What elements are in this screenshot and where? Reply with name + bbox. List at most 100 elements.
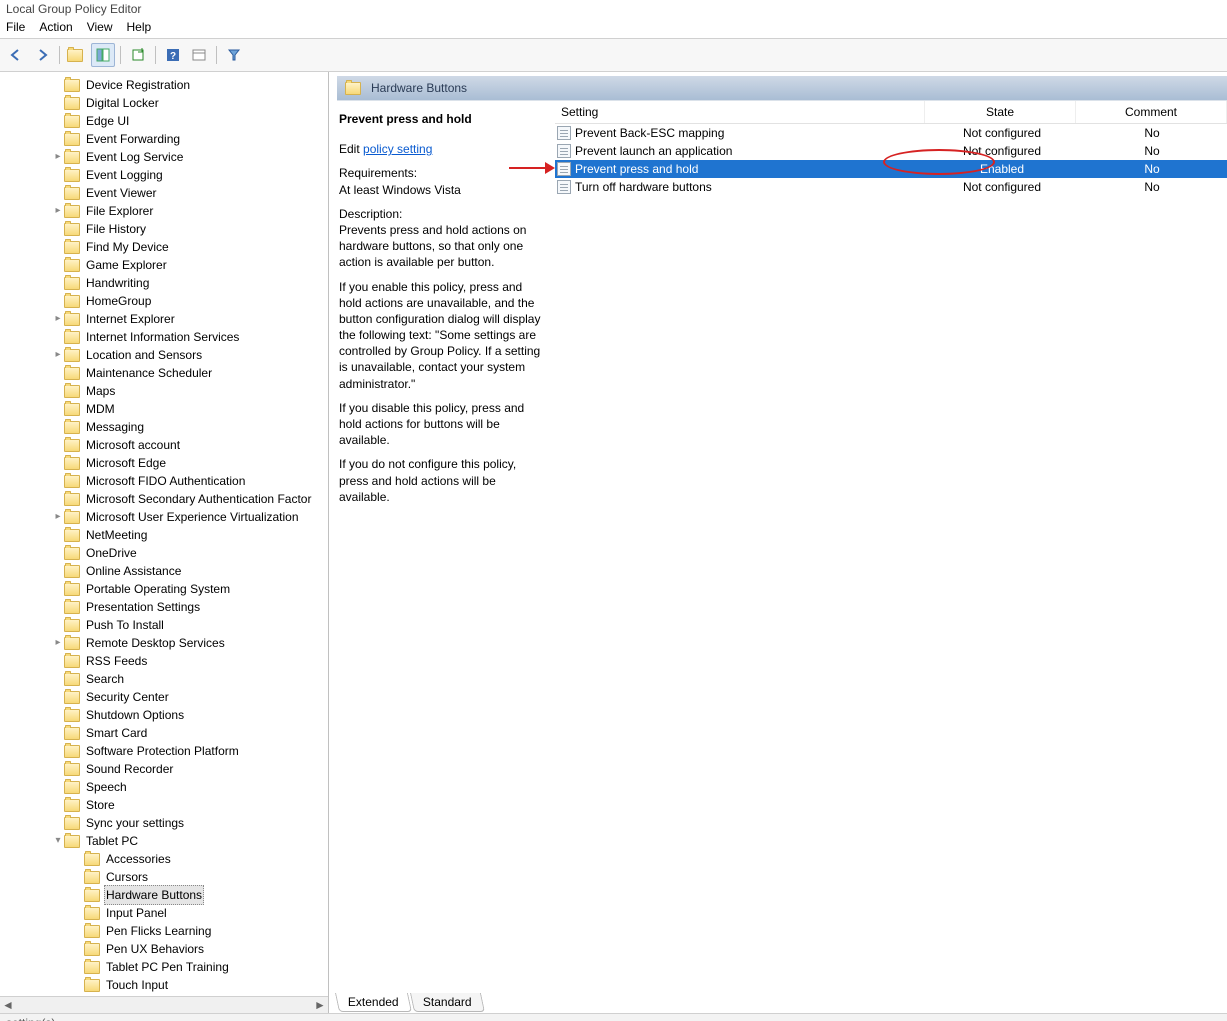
chevron-right-icon[interactable]: ▸ bbox=[52, 202, 64, 220]
tree-item[interactable]: Tablet PC Pen Training bbox=[0, 958, 328, 976]
chevron-right-icon[interactable]: ▸ bbox=[52, 634, 64, 652]
tree-scroll[interactable]: Device RegistrationDigital LockerEdge UI… bbox=[0, 72, 328, 996]
tree-item[interactable]: HomeGroup bbox=[0, 292, 328, 310]
chevron-right-icon[interactable]: ▸ bbox=[52, 508, 64, 526]
tree-item[interactable]: Software Protection Platform bbox=[0, 742, 328, 760]
folder-icon bbox=[64, 385, 80, 398]
menu-view[interactable]: View bbox=[87, 20, 113, 34]
tree-item-label: Sync your settings bbox=[84, 814, 186, 832]
folder-icon bbox=[64, 529, 80, 542]
tree-item[interactable]: Messaging bbox=[0, 418, 328, 436]
tree-item[interactable]: Pen Flicks Learning bbox=[0, 922, 328, 940]
tree-item[interactable]: Microsoft Edge bbox=[0, 454, 328, 472]
tree-item[interactable]: Microsoft FIDO Authentication bbox=[0, 472, 328, 490]
help-button[interactable]: ? bbox=[161, 43, 185, 67]
tree-item[interactable]: Sync your settings bbox=[0, 814, 328, 832]
back-button[interactable] bbox=[4, 43, 28, 67]
tree-item[interactable]: ▾Tablet PC bbox=[0, 832, 328, 850]
tree-item[interactable]: Portable Operating System bbox=[0, 580, 328, 598]
edit-policy-link[interactable]: policy setting bbox=[363, 142, 432, 156]
tree-item[interactable]: RSS Feeds bbox=[0, 652, 328, 670]
tree-item[interactable]: Speech bbox=[0, 778, 328, 796]
tree-item[interactable]: OneDrive bbox=[0, 544, 328, 562]
tree-item[interactable]: Microsoft account bbox=[0, 436, 328, 454]
chevron-right-icon[interactable]: ▸ bbox=[52, 310, 64, 328]
up-folder-button[interactable] bbox=[65, 43, 89, 67]
tree-item-label: Tablet PC Pen Training bbox=[104, 958, 231, 976]
tree-item[interactable]: Event Viewer bbox=[0, 184, 328, 202]
tree-item[interactable]: MDM bbox=[0, 400, 328, 418]
scroll-left-icon[interactable]: ◄ bbox=[0, 998, 16, 1012]
folder-icon bbox=[67, 49, 83, 62]
tree-item[interactable]: Game Explorer bbox=[0, 256, 328, 274]
tree-item[interactable]: Accessories bbox=[0, 850, 328, 868]
tree-item[interactable]: Store bbox=[0, 796, 328, 814]
tree-item[interactable]: Microsoft Secondary Authentication Facto… bbox=[0, 490, 328, 508]
menu-file[interactable]: File bbox=[6, 20, 25, 34]
chevron-down-icon[interactable]: ▾ bbox=[52, 832, 64, 850]
tree-item[interactable]: Search bbox=[0, 670, 328, 688]
column-header-state[interactable]: State bbox=[925, 101, 1076, 123]
folder-icon bbox=[64, 511, 80, 524]
tree-item[interactable]: File History bbox=[0, 220, 328, 238]
tree-item[interactable]: NetMeeting bbox=[0, 526, 328, 544]
chevron-right-icon[interactable]: ▸ bbox=[52, 346, 64, 364]
tree-item-label: Input Panel bbox=[104, 904, 169, 922]
tree-item[interactable]: ▸Internet Explorer bbox=[0, 310, 328, 328]
tree-item[interactable]: ▸Event Log Service bbox=[0, 148, 328, 166]
tree-item[interactable]: Presentation Settings bbox=[0, 598, 328, 616]
policy-setting-name: Prevent launch an application bbox=[575, 144, 732, 158]
tree-item[interactable]: Internet Information Services bbox=[0, 328, 328, 346]
tree-item[interactable]: Security Center bbox=[0, 688, 328, 706]
tree-item[interactable]: Pen UX Behaviors bbox=[0, 940, 328, 958]
tree-item[interactable]: Hardware Buttons bbox=[0, 886, 328, 904]
tree-item[interactable]: ▸File Explorer bbox=[0, 202, 328, 220]
filter-button[interactable] bbox=[222, 43, 246, 67]
tree-item-label: Microsoft User Experience Virtualization bbox=[84, 508, 301, 526]
tree-item[interactable]: ▸Remote Desktop Services bbox=[0, 634, 328, 652]
tree-item[interactable]: Sound Recorder bbox=[0, 760, 328, 778]
policy-row[interactable]: Prevent launch an applicationNot configu… bbox=[555, 142, 1227, 160]
tree-item-label: Shutdown Options bbox=[84, 706, 186, 724]
tree-item[interactable]: Device Registration bbox=[0, 76, 328, 94]
description-p2: If you enable this policy, press and hol… bbox=[339, 279, 545, 392]
menu-help[interactable]: Help bbox=[127, 20, 152, 34]
policy-setting-icon bbox=[557, 162, 571, 176]
tree-item[interactable]: Maintenance Scheduler bbox=[0, 364, 328, 382]
tree-item[interactable]: ▸Location and Sensors bbox=[0, 346, 328, 364]
export-list-button[interactable] bbox=[126, 43, 150, 67]
menu-action[interactable]: Action bbox=[39, 20, 72, 34]
tree-item[interactable]: Online Assistance bbox=[0, 562, 328, 580]
tree-item[interactable]: ▸ Microsoft User Experience Virtualizatio… bbox=[0, 508, 328, 526]
tree-item[interactable]: Digital Locker bbox=[0, 94, 328, 112]
policy-row[interactable]: Prevent press and holdEnabledNo bbox=[555, 160, 1227, 178]
horizontal-scrollbar[interactable]: ◄ ► bbox=[0, 996, 328, 1013]
tree-item[interactable]: Smart Card bbox=[0, 724, 328, 742]
tree-item[interactable]: Shutdown Options bbox=[0, 706, 328, 724]
properties-button[interactable] bbox=[187, 43, 211, 67]
show-hide-tree-button[interactable] bbox=[91, 43, 115, 67]
tab-standard[interactable]: Standard bbox=[410, 993, 485, 1012]
tree-item[interactable]: Event Forwarding bbox=[0, 130, 328, 148]
tree-item[interactable]: Maps bbox=[0, 382, 328, 400]
column-header-comment[interactable]: Comment bbox=[1076, 101, 1227, 123]
forward-button[interactable] bbox=[30, 43, 54, 67]
tree-item[interactable]: Find My Device bbox=[0, 238, 328, 256]
scroll-right-icon[interactable]: ► bbox=[312, 998, 328, 1012]
tree-item-label: Security Center bbox=[84, 688, 171, 706]
policy-row[interactable]: Turn off hardware buttonsNot configuredN… bbox=[555, 178, 1227, 196]
tree-item[interactable]: Handwriting bbox=[0, 274, 328, 292]
tab-extended[interactable]: Extended bbox=[335, 993, 412, 1012]
menu-bar: File Action View Help bbox=[0, 18, 1227, 39]
folder-icon bbox=[64, 619, 80, 632]
tree-item[interactable]: Input Panel bbox=[0, 904, 328, 922]
tree-item[interactable]: Event Logging bbox=[0, 166, 328, 184]
column-header-setting[interactable]: Setting bbox=[555, 101, 925, 123]
folder-icon bbox=[64, 331, 80, 344]
chevron-right-icon[interactable]: ▸ bbox=[52, 148, 64, 166]
tree-item[interactable]: Push To Install bbox=[0, 616, 328, 634]
policy-row[interactable]: Prevent Back-ESC mappingNot configuredNo bbox=[555, 124, 1227, 142]
tree-item[interactable]: Cursors bbox=[0, 868, 328, 886]
tree-item[interactable]: Edge UI bbox=[0, 112, 328, 130]
tree-item[interactable]: Touch Input bbox=[0, 976, 328, 994]
